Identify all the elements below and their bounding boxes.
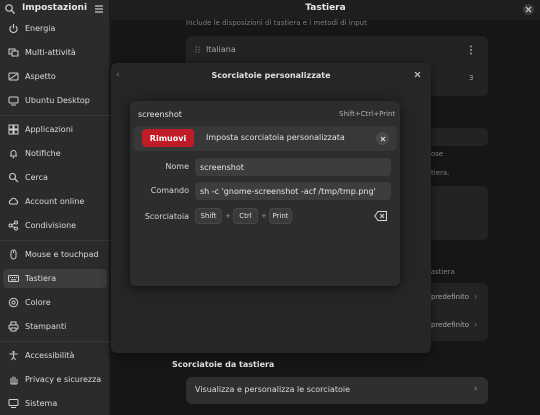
sidebar-item-account-online[interactable]: Account online xyxy=(3,192,107,211)
sidebar-item-label: Applicazioni xyxy=(25,125,73,134)
sidebar-item-accessibilita[interactable]: Accessibilità xyxy=(3,346,107,365)
sidebar-item-mouse-e-touchpad[interactable]: Mouse e touchpad xyxy=(3,245,107,264)
command-field[interactable]: sh -c 'gnome-screenshot -acf /tmp/tmp.pn… xyxy=(195,182,391,200)
chevron-right-icon: › xyxy=(474,384,478,393)
sidebar-item-applicazioni[interactable]: Applicazioni xyxy=(3,120,107,139)
content-header: Tastiera xyxy=(111,0,540,20)
sidebar-item-label: Notifiche xyxy=(25,149,61,158)
sidebar-item-colore[interactable]: Colore xyxy=(3,293,107,312)
power-icon xyxy=(8,23,19,34)
sidebar-item-label: Privacy e sicurezza xyxy=(25,375,102,384)
close-icon xyxy=(380,136,385,141)
key-separator: + xyxy=(225,212,231,220)
edit-dialog-title: Imposta scorciatoia personalizzata xyxy=(206,133,345,142)
sidebar-item-notifiche[interactable]: Notifiche xyxy=(3,144,107,163)
accessibility-icon xyxy=(8,350,19,361)
sidebar-item-label: Account online xyxy=(25,197,85,206)
sidebar-divider xyxy=(0,115,110,116)
sidebar-item-label: Stampanti xyxy=(25,322,67,331)
sidebar-item-label: Cerca xyxy=(25,173,48,182)
sidebar-header: Impostazioni xyxy=(0,0,109,20)
key-cap[interactable]: Ctrl xyxy=(233,208,258,224)
bell-icon xyxy=(8,148,19,159)
sidebar-item-label: Accessibilità xyxy=(25,351,75,360)
command-label: Comando xyxy=(150,186,189,195)
sidebar-item-condivisione[interactable]: Condivisione xyxy=(3,216,107,235)
multitasking-icon xyxy=(8,47,19,58)
sidebar-item-cerca[interactable]: Cerca xyxy=(3,168,107,187)
name-field[interactable]: screenshot xyxy=(195,158,391,176)
sidebar-item-label: Condivisione xyxy=(25,221,77,230)
sidebar-divider xyxy=(0,240,110,241)
sidebar-item-label: Energia xyxy=(25,24,56,33)
sidebar: Impostazioni Energia Multi-attività Aspe… xyxy=(0,0,110,415)
shortcut-label: Scorciatoia xyxy=(144,212,189,221)
key-cap[interactable]: Shift xyxy=(195,208,222,224)
cloud-icon xyxy=(8,196,19,207)
sidebar-divider xyxy=(0,341,110,342)
system-icon xyxy=(8,398,19,409)
sidebar-item-label: Sistema xyxy=(25,399,58,408)
search-icon xyxy=(8,172,19,183)
close-icon xyxy=(414,71,421,78)
sidebar-item-label: Multi-attività xyxy=(25,48,76,57)
shortcut-list-keys: Shift+Ctrl+Print xyxy=(339,110,396,118)
color-icon xyxy=(8,297,19,308)
sidebar-item-label: Colore xyxy=(25,298,51,307)
sidebar-item-privacy-e-sicurezza[interactable]: Privacy e sicurezza xyxy=(3,370,107,389)
sidebar-item-sistema[interactable]: Sistema xyxy=(3,394,107,413)
appearance-icon xyxy=(8,71,19,82)
backspace-icon[interactable] xyxy=(374,210,388,222)
sidebar-item-label: Tastiera xyxy=(25,274,57,283)
mouse-icon xyxy=(8,249,19,260)
key-cap[interactable]: Print xyxy=(269,208,292,224)
shortcuts-section-heading: Scorciatoie da tastiera xyxy=(172,360,275,369)
sidebar-item-tastiera[interactable]: Tastiera xyxy=(3,269,107,288)
sidebar-item-multi-attivita[interactable]: Multi-attività xyxy=(3,43,107,62)
sidebar-item-ubuntu-desktop[interactable]: Ubuntu Desktop xyxy=(3,91,107,110)
sidebar-item-stampanti[interactable]: Stampanti xyxy=(3,317,107,336)
shortcuts-row-label: Visualizza e personalizza le scorciatoie xyxy=(195,385,350,394)
remove-button[interactable]: Rimuovi xyxy=(142,129,194,147)
sidebar-item-energia[interactable]: Energia xyxy=(3,19,107,38)
ubuntu-desktop-icon xyxy=(8,95,19,106)
keyboard-icon xyxy=(8,273,19,284)
shortcut-list-name: screenshot xyxy=(138,110,182,119)
name-label: Nome xyxy=(165,162,189,171)
printer-icon xyxy=(8,321,19,332)
hand-privacy-icon xyxy=(8,374,19,385)
sidebar-item-aspetto[interactable]: Aspetto xyxy=(3,67,107,86)
sidebar-item-label: Ubuntu Desktop xyxy=(25,96,90,105)
key-separator: + xyxy=(261,212,267,220)
sidebar-item-label: Aspetto xyxy=(25,72,56,81)
close-icon xyxy=(525,6,532,13)
page-title: Tastiera xyxy=(305,3,346,13)
sidebar-item-label: Mouse e touchpad xyxy=(25,250,99,259)
apps-icon xyxy=(8,124,19,135)
share-icon xyxy=(8,220,19,231)
window-close-button[interactable] xyxy=(523,4,534,15)
dialog-close-button[interactable] xyxy=(412,69,423,80)
hamburger-menu-icon[interactable] xyxy=(93,3,105,15)
edit-dialog-close-button[interactable] xyxy=(376,132,389,145)
dialog-title: Scorciatoie personalizzate xyxy=(211,71,331,80)
